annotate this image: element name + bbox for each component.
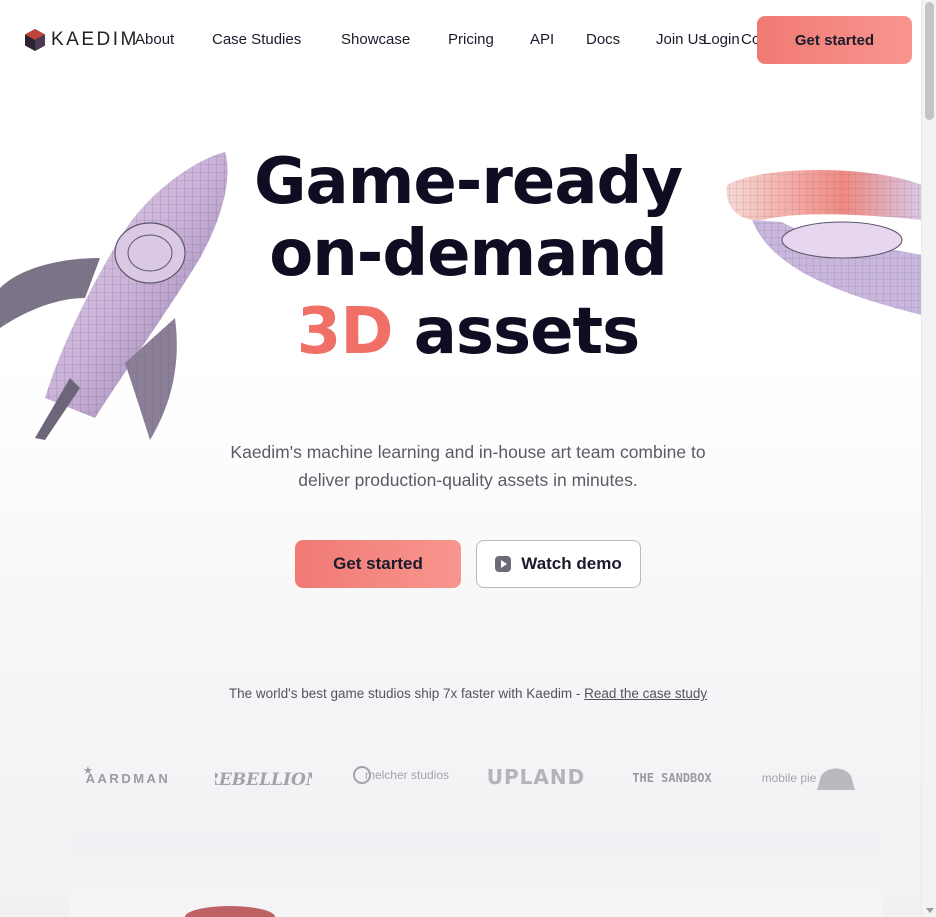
play-icon — [495, 556, 512, 572]
studio-logo-upland: UPLAND — [488, 752, 585, 800]
watch-demo-label: Watch demo — [521, 554, 622, 573]
svg-text:THE SANDBOX: THE SANDBOX — [632, 771, 712, 785]
hero-get-started-button[interactable]: Get started — [295, 540, 461, 588]
studio-logo-melcher: melcher studios — [352, 752, 449, 800]
nav-link-api[interactable]: API — [530, 31, 554, 48]
nav-link-about[interactable]: About — [135, 31, 174, 48]
brand-wordmark: KAEDIM — [51, 29, 139, 50]
studio-logo-rebellion: REBELLION — [215, 752, 312, 800]
nav-link-case-studies[interactable]: Case Studies — [212, 31, 301, 48]
kaedim-logo[interactable]: KAEDIM — [25, 29, 139, 51]
hero-title-line-1: Game-ready — [253, 145, 683, 219]
hero-title-line-2: on-demand — [269, 217, 668, 291]
studio-logo-sandbox: THE SANDBOX — [624, 752, 721, 800]
svg-text:REBELLION: REBELLION — [215, 770, 312, 790]
hero-title-accent: 3D — [296, 295, 394, 369]
nav-link-showcase[interactable]: Showcase — [341, 31, 410, 48]
social-proof-text: The world's best game studios ship 7x fa… — [0, 686, 921, 701]
svg-text:melcher studios: melcher studios — [365, 768, 449, 782]
svg-text:mobile pie: mobile pie — [762, 771, 817, 785]
hero-title-rest: assets — [413, 295, 640, 369]
case-study-link[interactable]: Read the case study — [584, 686, 707, 701]
product-preview-card — [70, 832, 882, 917]
scroll-down-arrow-icon[interactable] — [926, 908, 934, 913]
svg-text:AARDMAN: AARDMAN — [86, 771, 171, 786]
hero-title-line-3: 3D assets — [0, 300, 921, 364]
page-scrollbar[interactable] — [921, 0, 936, 917]
scrollbar-thumb[interactable] — [925, 2, 934, 120]
landing-page: KAEDIM About Case Studies Showcase Prici… — [0, 0, 921, 917]
studio-logos: AARDMAN ★ REBELLION melcher studios UPLA… — [0, 752, 921, 800]
studio-logo-aardman: AARDMAN ★ — [80, 752, 177, 800]
watch-demo-button[interactable]: Watch demo — [476, 540, 641, 588]
nav-link-join-us[interactable]: Join Us — [656, 31, 706, 48]
nav-link-docs[interactable]: Docs — [586, 31, 620, 48]
social-proof-statement: The world's best game studios ship 7x fa… — [228, 686, 585, 701]
hero-subtitle: Kaedim's machine learning and in-house a… — [230, 442, 706, 490]
nav-link-pricing[interactable]: Pricing — [448, 31, 494, 48]
nav-link-login[interactable]: Login — [703, 31, 740, 48]
svg-text:★: ★ — [83, 764, 93, 777]
kaedim-logo-icon — [25, 29, 45, 51]
svg-text:UPLAND: UPLAND — [488, 765, 585, 789]
nav-get-started-button[interactable]: Get started — [757, 16, 912, 64]
studio-logo-mobile-pie: mobile pie — [759, 752, 856, 800]
